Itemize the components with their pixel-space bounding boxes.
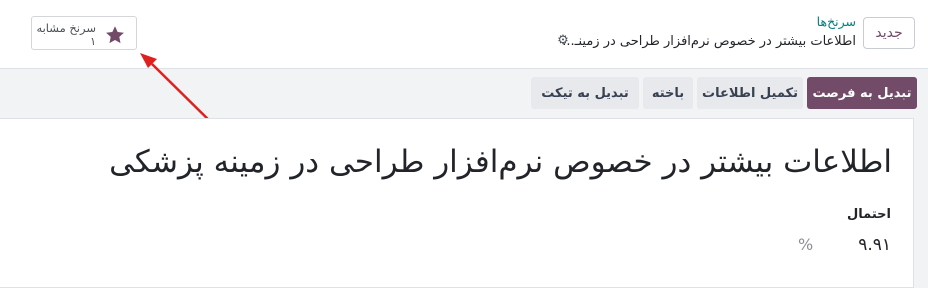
convert-to-ticket-button[interactable]: تبدیل به تیکت: [531, 77, 639, 109]
star-icon: [106, 26, 124, 44]
probability-unit: %: [798, 235, 814, 254]
similar-leads-smart-button[interactable]: سرنخ مشابه ۱: [31, 16, 137, 50]
enrich-button[interactable]: تکمیل اطلاعات: [697, 77, 803, 109]
probability-label: احتمال: [846, 207, 891, 222]
lost-button[interactable]: باخته: [643, 77, 693, 109]
breadcrumb-current-record: اطلاعات بیشتر در خصوص نرم‌افزار طراحی در…: [562, 34, 856, 49]
smart-button-count: ۱: [90, 35, 96, 48]
convert-to-opportunity-button[interactable]: تبدیل به فرصت: [807, 77, 917, 109]
new-button[interactable]: جدید: [863, 17, 915, 49]
smart-button-label: سرنخ مشابه: [36, 21, 96, 35]
probability-input[interactable]: ۹.۹۱: [858, 235, 891, 255]
lead-title-field[interactable]: اطلاعات بیشتر در خصوص نرم‌افزار طراحی در…: [109, 144, 892, 180]
control-panel: جدید سرنخ‌ها اطلاعات بیشتر در خصوص نرم‌ا…: [0, 0, 928, 69]
breadcrumb-leads-link[interactable]: سرنخ‌ها: [817, 14, 856, 29]
gear-icon[interactable]: ⚙: [556, 34, 570, 48]
